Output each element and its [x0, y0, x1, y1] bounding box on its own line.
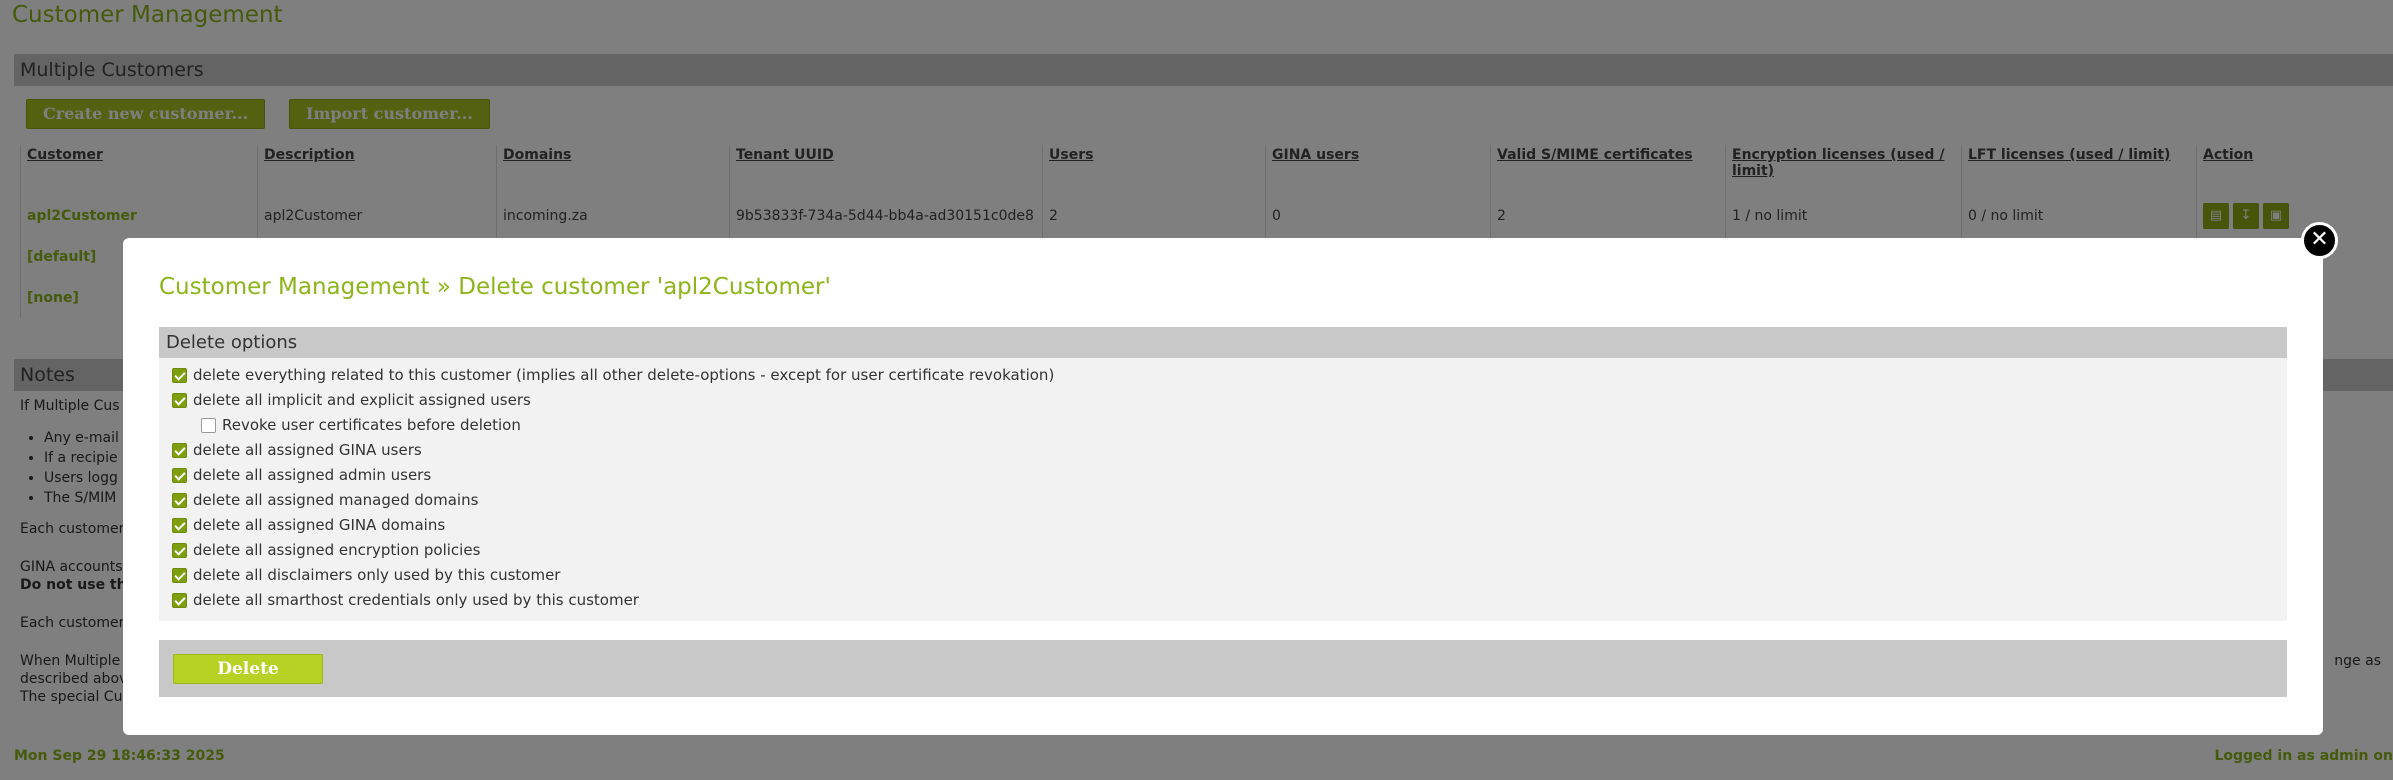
option-label: delete all smarthost credentials only us… — [193, 591, 639, 609]
option-delete-users[interactable]: delete all implicit and explicit assigne… — [172, 389, 531, 411]
option-label: delete all disclaimers only used by this… — [193, 566, 561, 584]
option-label: delete all assigned GINA users — [193, 441, 422, 459]
checkbox-checked[interactable] — [172, 567, 187, 583]
dialog-title: Customer Management » Delete customer 'a… — [159, 274, 831, 300]
checkbox-checked[interactable] — [172, 542, 187, 558]
checkbox-checked[interactable] — [172, 367, 187, 383]
option-label: delete all assigned managed domains — [193, 491, 479, 509]
dialog-title-separator: » — [436, 274, 451, 300]
dialog-title-section: Customer Management — [159, 274, 430, 300]
checkbox-checked[interactable] — [172, 467, 187, 483]
option-delete-disclaimers[interactable]: delete all disclaimers only used by this… — [172, 564, 560, 586]
checkbox-checked[interactable] — [172, 442, 187, 458]
checkbox-checked[interactable] — [172, 592, 187, 608]
dialog-title-action: Delete customer 'apl2Customer' — [458, 274, 831, 300]
option-label: delete all implicit and explicit assigne… — [193, 391, 531, 409]
checkbox-checked[interactable] — [172, 492, 187, 508]
option-delete-managed-domains[interactable]: delete all assigned managed domains — [172, 489, 478, 511]
delete-customer-dialog: Customer Management » Delete customer 'a… — [123, 238, 2323, 735]
dialog-action-bar: Delete — [159, 640, 2287, 697]
checkbox-unchecked[interactable] — [201, 417, 216, 433]
checkbox-checked[interactable] — [172, 392, 187, 408]
option-delete-encryption-policies[interactable]: delete all assigned encryption policies — [172, 539, 480, 561]
option-label: Revoke user certificates before deletion — [222, 416, 521, 434]
option-delete-gina-domains[interactable]: delete all assigned GINA domains — [172, 514, 445, 536]
delete-options-panel: Delete options delete everything related… — [159, 327, 2287, 621]
delete-button[interactable]: Delete — [173, 654, 323, 684]
close-icon[interactable]: ✕ — [2301, 222, 2338, 259]
option-revoke-certificates[interactable]: Revoke user certificates before deletion — [201, 414, 521, 436]
option-label: delete all assigned admin users — [193, 466, 432, 484]
option-label: delete everything related to this custom… — [193, 366, 1055, 384]
option-label: delete all assigned GINA domains — [193, 516, 446, 534]
checkbox-checked[interactable] — [172, 517, 187, 533]
delete-options-header: Delete options — [159, 327, 2287, 358]
option-delete-gina-users[interactable]: delete all assigned GINA users — [172, 439, 422, 461]
option-delete-everything[interactable]: delete everything related to this custom… — [172, 364, 1054, 386]
option-delete-admin-users[interactable]: delete all assigned admin users — [172, 464, 431, 486]
option-delete-smarthost-credentials[interactable]: delete all smarthost credentials only us… — [172, 589, 639, 611]
option-label: delete all assigned encryption policies — [193, 541, 481, 559]
